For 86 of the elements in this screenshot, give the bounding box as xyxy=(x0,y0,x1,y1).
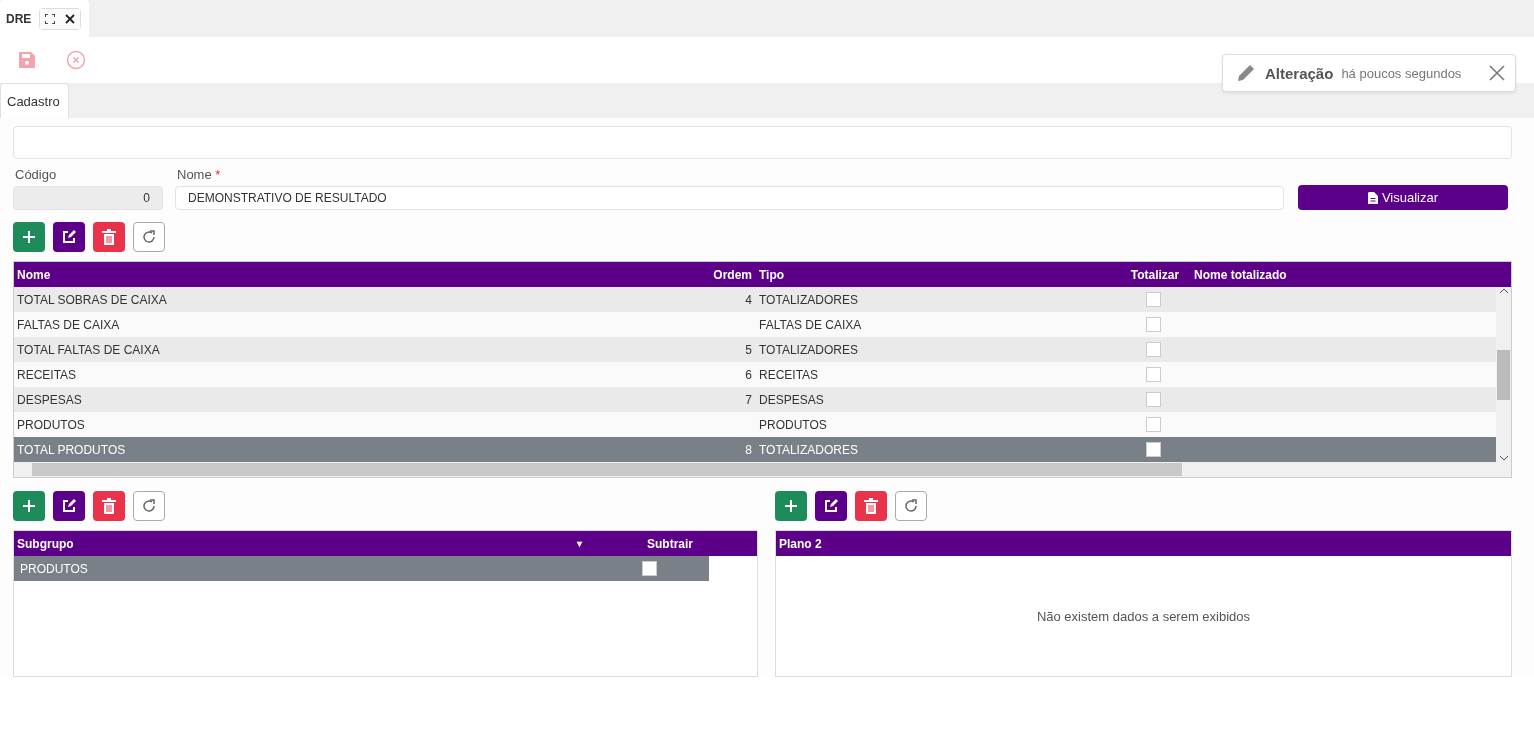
refresh-button[interactable] xyxy=(133,491,165,521)
table-cell-text: TOTAL SOBRAS DE CAIXA xyxy=(16,292,168,307)
table-cell-text: TOTALIZADORES xyxy=(758,442,859,457)
add-button[interactable] xyxy=(775,491,807,521)
name-field[interactable]: DEMONSTRATIVO DE RESULTADO xyxy=(175,186,1284,210)
column-header[interactable]: Nome totalizado xyxy=(1191,267,1511,282)
toast-title: Alteração xyxy=(1265,64,1334,82)
checkbox[interactable] xyxy=(1146,292,1161,307)
delete-button[interactable] xyxy=(855,491,887,521)
column-header[interactable]: Plano 2 xyxy=(779,536,822,551)
view-button[interactable]: Visualizar xyxy=(1298,185,1508,210)
trash-icon xyxy=(864,498,878,514)
close-icon[interactable] xyxy=(60,8,81,29)
trash-icon xyxy=(102,229,116,245)
document-icon xyxy=(1367,191,1378,204)
horizontal-scrollbar[interactable] xyxy=(14,462,1511,477)
table-cell-text: TOTAL PRODUTOS xyxy=(16,442,127,457)
vertical-scrollbar[interactable] xyxy=(1496,287,1511,462)
table-cell-text: 5 xyxy=(744,342,753,357)
table-cell-text: FALTAS DE CAIXA xyxy=(16,317,121,332)
checkbox[interactable] xyxy=(1146,367,1161,382)
table-cell-text: TOTALIZADORES xyxy=(758,342,859,357)
column-header[interactable]: Totalizar xyxy=(1116,267,1191,282)
table-row[interactable]: PRODUTOS xyxy=(14,556,709,581)
table-row[interactable]: RECEITAS 6 RECEITAS xyxy=(14,362,1496,387)
table-cell-text: FALTAS DE CAIXA xyxy=(758,317,863,332)
column-header[interactable]: Tipo xyxy=(756,267,1116,282)
refresh-button[interactable] xyxy=(895,491,927,521)
table-cell-text: PRODUTOS xyxy=(16,417,86,432)
table-cell-text: TOTAL FALTAS DE CAIXA xyxy=(16,342,161,357)
edit-button[interactable] xyxy=(53,222,85,252)
plus-icon xyxy=(22,230,36,244)
edit-icon xyxy=(61,498,77,514)
checkbox[interactable] xyxy=(1146,392,1161,407)
column-header[interactable]: Ordem xyxy=(700,267,756,282)
table-cell-text: PRODUTOS xyxy=(758,417,828,432)
field-label: Código xyxy=(14,167,58,182)
chevron-up-icon[interactable] xyxy=(1498,287,1509,295)
table-cell-text: 6 xyxy=(744,367,753,382)
delete-button[interactable] xyxy=(93,222,125,252)
code-field[interactable]: 0 xyxy=(13,186,163,210)
table-row[interactable]: TOTAL SOBRAS DE CAIXA 4 TOTALIZADORES xyxy=(14,287,1496,312)
plus-icon xyxy=(784,499,798,513)
checkbox[interactable] xyxy=(642,561,657,576)
checkbox[interactable] xyxy=(1146,417,1161,432)
sort-icon[interactable]: ▾ xyxy=(577,538,647,549)
table-cell-text: DESPESAS xyxy=(758,392,825,407)
toast-time: há poucos segundos xyxy=(1341,65,1463,81)
edit-icon xyxy=(823,498,839,514)
table-cell-text: RECEITAS xyxy=(758,367,820,382)
column-header[interactable]: Nome xyxy=(14,267,700,282)
table-cell-text: RECEITAS xyxy=(16,367,78,382)
table-row[interactable]: TOTAL FALTAS DE CAIXA 5 TOTALIZADORES xyxy=(14,337,1496,362)
edit-icon xyxy=(61,229,77,245)
edit-button[interactable] xyxy=(53,491,85,521)
trash-icon xyxy=(102,498,116,514)
column-header[interactable]: Subgrupo xyxy=(17,536,577,551)
column-header[interactable]: Subtrair xyxy=(647,536,757,551)
table-cell-text: DESPESAS xyxy=(16,392,83,407)
table-row[interactable]: DESPESAS 7 DESPESAS xyxy=(14,387,1496,412)
table-cell-text: PRODUTOS xyxy=(19,561,88,576)
checkbox[interactable] xyxy=(1146,342,1161,357)
add-button[interactable] xyxy=(13,222,45,252)
table-row[interactable]: FALTAS DE CAIXA FALTAS DE CAIXA xyxy=(14,312,1496,337)
plus-icon xyxy=(22,499,36,513)
chevron-down-icon[interactable] xyxy=(1498,454,1509,462)
edit-button[interactable] xyxy=(815,491,847,521)
table-cell-text: 8 xyxy=(744,442,753,457)
table-cell-text: 4 xyxy=(744,292,753,307)
add-button[interactable] xyxy=(13,491,45,521)
table-row[interactable]: TOTAL PRODUTOS 8 TOTALIZADORES xyxy=(14,437,1496,462)
refresh-button[interactable] xyxy=(133,222,165,252)
field-label: Nome * xyxy=(176,167,222,182)
empty-message: Não existem dados a serem exibidos xyxy=(1036,608,1251,624)
table-cell-text: TOTALIZADORES xyxy=(758,292,859,307)
refresh-icon xyxy=(141,498,157,514)
form-tab[interactable]: Cadastro xyxy=(0,83,69,118)
document-tab[interactable]: DRE xyxy=(0,0,90,37)
refresh-icon xyxy=(903,498,919,514)
table-row[interactable]: PRODUTOS PRODUTOS xyxy=(14,412,1496,437)
delete-button[interactable] xyxy=(93,491,125,521)
refresh-icon xyxy=(141,229,157,245)
table-cell-text: 7 xyxy=(744,392,753,407)
checkbox[interactable] xyxy=(1146,442,1161,457)
checkbox[interactable] xyxy=(1146,317,1161,332)
maximize-icon[interactable] xyxy=(40,8,61,29)
